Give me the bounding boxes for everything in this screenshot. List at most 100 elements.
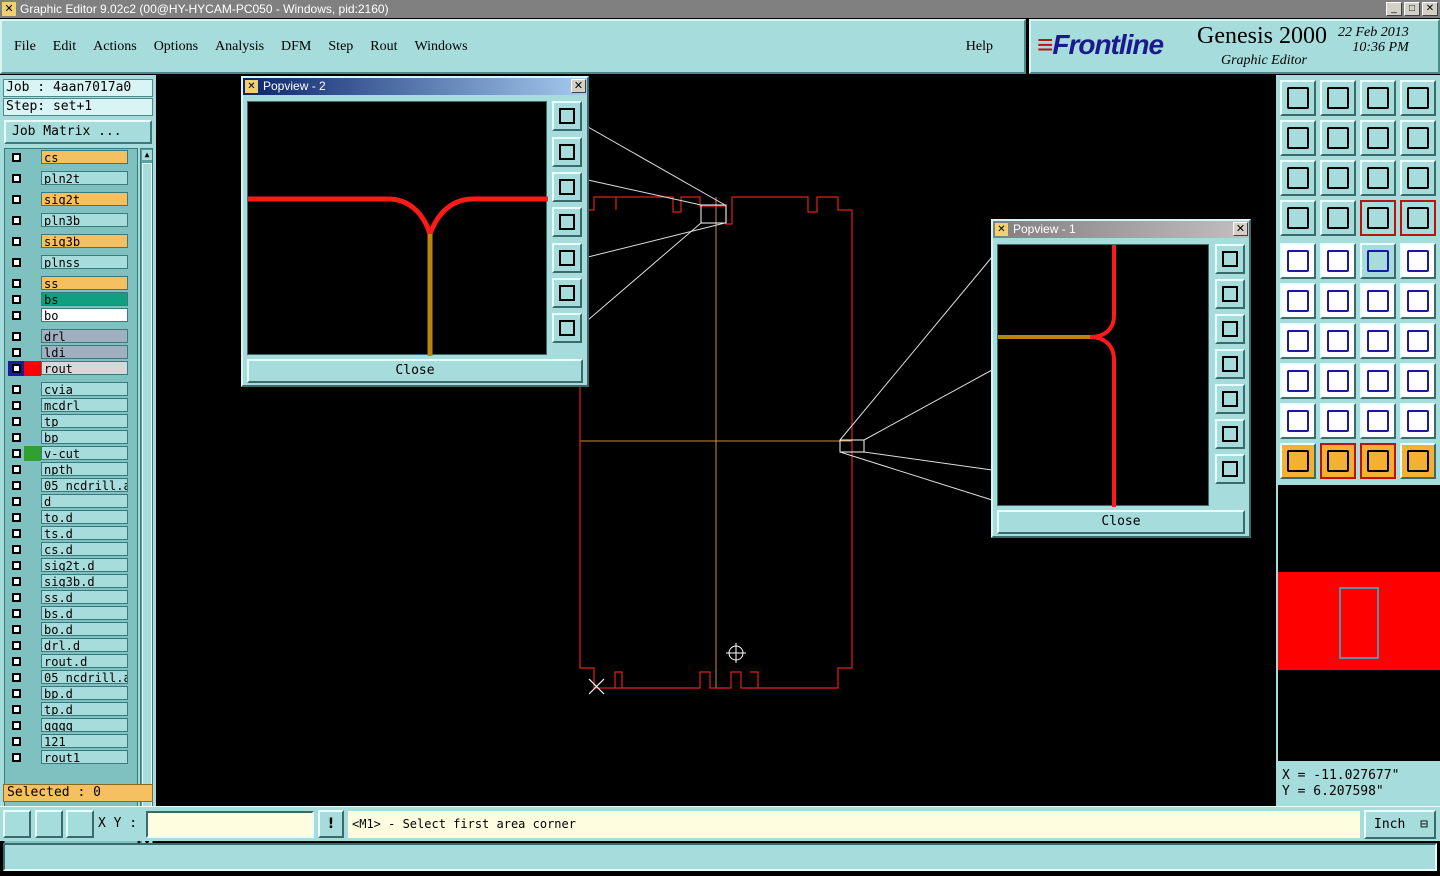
layer-color-swatch[interactable] xyxy=(24,734,41,749)
route-icon[interactable] xyxy=(1400,443,1436,479)
zoom-fit-icon[interactable] xyxy=(1215,244,1245,274)
layer-checkbox[interactable] xyxy=(8,276,24,291)
layer-name[interactable]: to.d xyxy=(41,510,128,524)
layer-color-swatch[interactable] xyxy=(24,510,41,525)
layer-row[interactable]: ss xyxy=(8,276,128,291)
move-dest-icon[interactable] xyxy=(1400,283,1436,319)
layer-name[interactable]: rout.d xyxy=(41,654,128,668)
layer-row[interactable]: mcdrl xyxy=(8,398,128,413)
menu-edit[interactable]: Edit xyxy=(53,39,76,55)
layer-name[interactable]: qqqq xyxy=(41,718,128,732)
layer-checkbox[interactable] xyxy=(8,606,24,621)
layer-checkbox[interactable] xyxy=(8,462,24,477)
layer-row[interactable]: v-cut xyxy=(8,446,128,461)
menu-help[interactable]: Help xyxy=(966,39,993,55)
layer-row[interactable]: 121 xyxy=(8,734,128,749)
layer-row[interactable]: bo xyxy=(8,308,128,323)
layer-color-swatch[interactable] xyxy=(24,213,41,228)
menu-windows[interactable]: Windows xyxy=(415,39,468,55)
layer-checkbox[interactable] xyxy=(8,430,24,445)
snap-icon[interactable] xyxy=(3,810,31,838)
layer-row[interactable]: cs.d xyxy=(8,542,128,557)
layer-row[interactable]: plnss xyxy=(8,255,128,270)
layer-color-swatch[interactable] xyxy=(24,361,41,376)
layer-row[interactable]: bs.d xyxy=(8,606,128,621)
layer-color-swatch[interactable] xyxy=(24,542,41,557)
layer-color-swatch[interactable] xyxy=(24,345,41,360)
layer-color-swatch[interactable] xyxy=(24,670,41,685)
maximize-button[interactable]: □ xyxy=(1404,2,1420,16)
layer-checkbox[interactable] xyxy=(8,329,24,344)
layer-row[interactable]: pln3b xyxy=(8,213,128,228)
layer-checkbox[interactable] xyxy=(8,590,24,605)
layer-checkbox[interactable] xyxy=(8,361,24,376)
layer-color-swatch[interactable] xyxy=(24,171,41,186)
layers-b-icon[interactable] xyxy=(1400,200,1436,236)
layer-row[interactable]: ss.d xyxy=(8,590,128,605)
grid-toggle-icon[interactable] xyxy=(1320,200,1356,236)
select-poly-icon[interactable] xyxy=(1360,443,1396,479)
close-window-button[interactable]: ✕ xyxy=(1422,2,1438,16)
layer-row[interactable]: 05_ncdrill.a xyxy=(8,478,128,493)
unit-selector[interactable]: Inch ⊟ xyxy=(1364,810,1436,839)
layer-color-swatch[interactable] xyxy=(24,478,41,493)
measure-icon[interactable] xyxy=(1280,200,1316,236)
layer-color-swatch[interactable] xyxy=(24,414,41,429)
delete-icon[interactable] xyxy=(1320,283,1356,319)
select-box-icon[interactable] xyxy=(1320,443,1356,479)
layer-name[interactable]: pln3b xyxy=(41,213,128,227)
zoom-fit-icon[interactable] xyxy=(552,101,582,131)
feature-a-icon[interactable] xyxy=(1280,403,1316,439)
layer-checkbox[interactable] xyxy=(8,234,24,249)
layer-color-swatch[interactable] xyxy=(24,750,41,765)
scroll-thumb[interactable] xyxy=(142,163,152,835)
layer-name[interactable]: ts.d xyxy=(41,526,128,540)
layer-row[interactable]: ldi xyxy=(8,345,128,360)
layer-name[interactable]: cvia xyxy=(41,382,128,396)
layer-checkbox[interactable] xyxy=(8,171,24,186)
layer-row[interactable]: cvia xyxy=(8,382,128,397)
pan-left-icon[interactable] xyxy=(552,207,582,237)
line-icon[interactable] xyxy=(1320,323,1356,359)
layer-name[interactable]: ss xyxy=(41,276,128,290)
layer-color-swatch[interactable] xyxy=(24,192,41,207)
zoom-prev-icon[interactable] xyxy=(1280,120,1316,156)
layer-checkbox[interactable] xyxy=(8,213,24,228)
layer-row[interactable]: ts.d xyxy=(8,526,128,541)
layer-name[interactable]: ss.d xyxy=(41,590,128,604)
popview-1-view[interactable] xyxy=(997,244,1209,507)
undo-icon[interactable] xyxy=(1360,120,1396,156)
mirror-icon[interactable] xyxy=(1400,323,1436,359)
layer-row[interactable]: d xyxy=(8,494,128,509)
pan-right-icon[interactable] xyxy=(1215,384,1245,414)
layer-checkbox[interactable] xyxy=(8,638,24,653)
zoom-out-icon[interactable] xyxy=(1215,454,1245,484)
layer-row[interactable]: bp xyxy=(8,430,128,445)
pan-right-icon[interactable] xyxy=(552,243,582,273)
layer-name[interactable]: sig3b xyxy=(41,234,128,248)
layer-name[interactable]: npth xyxy=(41,462,128,476)
layer-row[interactable]: sig2t xyxy=(8,192,128,207)
layer-row[interactable]: sig3b.d xyxy=(8,574,128,589)
overview-map[interactable] xyxy=(1278,485,1440,761)
center-icon[interactable] xyxy=(1320,160,1356,196)
layer-color-swatch[interactable] xyxy=(24,718,41,733)
layer-row[interactable]: qqqq xyxy=(8,718,128,733)
feature-b-icon[interactable] xyxy=(1320,403,1356,439)
layer-checkbox[interactable] xyxy=(8,654,24,669)
layer-name[interactable]: drl xyxy=(41,329,128,343)
layer-row[interactable]: tp.d xyxy=(8,702,128,717)
layer-name[interactable]: bp xyxy=(41,430,128,444)
layer-color-swatch[interactable] xyxy=(24,558,41,573)
layer-color-swatch[interactable] xyxy=(24,638,41,653)
layer-checkbox[interactable] xyxy=(8,382,24,397)
arc-icon[interactable] xyxy=(1360,323,1396,359)
layer-name[interactable]: pln2t xyxy=(41,171,128,185)
zoom-in-icon[interactable] xyxy=(552,278,582,308)
popview-1-close-button[interactable]: Close xyxy=(997,510,1245,534)
layer-color-swatch[interactable] xyxy=(24,292,41,307)
open-icon[interactable] xyxy=(1280,80,1316,116)
layer-checkbox[interactable] xyxy=(8,494,24,509)
group-icon[interactable] xyxy=(1400,363,1436,399)
menu-file[interactable]: File xyxy=(14,39,36,55)
